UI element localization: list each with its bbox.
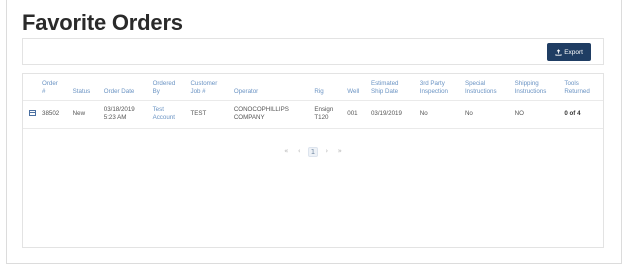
- pager-prev-button[interactable]: ‹: [295, 147, 304, 157]
- header-well[interactable]: Well: [344, 74, 368, 101]
- header-order-date[interactable]: Order Date: [101, 74, 150, 101]
- cell-order-date: 03/18/2019 5:23 AM: [100, 100, 150, 129]
- pagination: « ‹ 1 › »: [23, 147, 603, 157]
- page-title: Favorite Orders: [22, 10, 183, 35]
- pager-page-current[interactable]: 1: [307, 147, 319, 157]
- cell-order: 38502: [39, 100, 70, 129]
- table-row[interactable]: 38502 New 03/18/2019 5:23 AM Test Account …: [23, 100, 603, 129]
- header-special[interactable]: Special Instructions: [462, 74, 512, 101]
- cell-well: 001: [344, 100, 368, 129]
- cell-tools-returned: 0 of 4: [561, 100, 603, 129]
- header-operator[interactable]: Operator: [231, 74, 312, 101]
- header-ordered-by[interactable]: Ordered By: [150, 74, 188, 101]
- cell-ship-date: 03/19/2019: [367, 100, 417, 129]
- cell-status: New: [69, 100, 101, 129]
- export-icon: [555, 48, 562, 56]
- cell-operator: CONOCOPHILLIPS COMPANY: [230, 100, 312, 129]
- export-label: Export: [564, 48, 583, 56]
- row-details-cell[interactable]: [23, 100, 39, 129]
- header-rig[interactable]: Rig: [311, 74, 344, 101]
- toolbar: Export: [22, 38, 604, 65]
- header-shipping[interactable]: Shipping Instructions: [512, 74, 562, 101]
- details-grid-icon[interactable]: [29, 109, 36, 116]
- cell-third-party: No: [416, 100, 462, 129]
- cell-ordered-by[interactable]: Test Account: [149, 100, 188, 129]
- orders-table-container: Order # Status Order Date Ordered By Custo…: [22, 73, 604, 248]
- export-button[interactable]: Export: [547, 43, 591, 61]
- orders-table: Order # Status Order Date Ordered By Custo…: [23, 74, 603, 129]
- header-tools[interactable]: Tools Returned: [561, 74, 603, 101]
- table-header-row: Order # Status Order Date Ordered By Custo…: [23, 74, 603, 101]
- header-order[interactable]: Order #: [39, 74, 70, 101]
- header-status[interactable]: Status: [70, 74, 101, 101]
- header-customer-job[interactable]: Customer Job #: [187, 74, 230, 101]
- pager-next-button[interactable]: ›: [322, 147, 331, 157]
- cell-special: No: [461, 100, 512, 129]
- pager-first-button[interactable]: «: [282, 147, 291, 157]
- header-icon-col: [23, 74, 39, 101]
- pager-last-button[interactable]: »: [335, 147, 344, 157]
- header-third-party[interactable]: 3rd Party Inspection: [417, 74, 462, 101]
- cell-rig: Ensign T120: [311, 100, 345, 129]
- cell-shipping: NO: [511, 100, 562, 129]
- cell-customer-job: TEST: [187, 100, 231, 129]
- header-ship-date[interactable]: Estimated Ship Date: [368, 74, 417, 101]
